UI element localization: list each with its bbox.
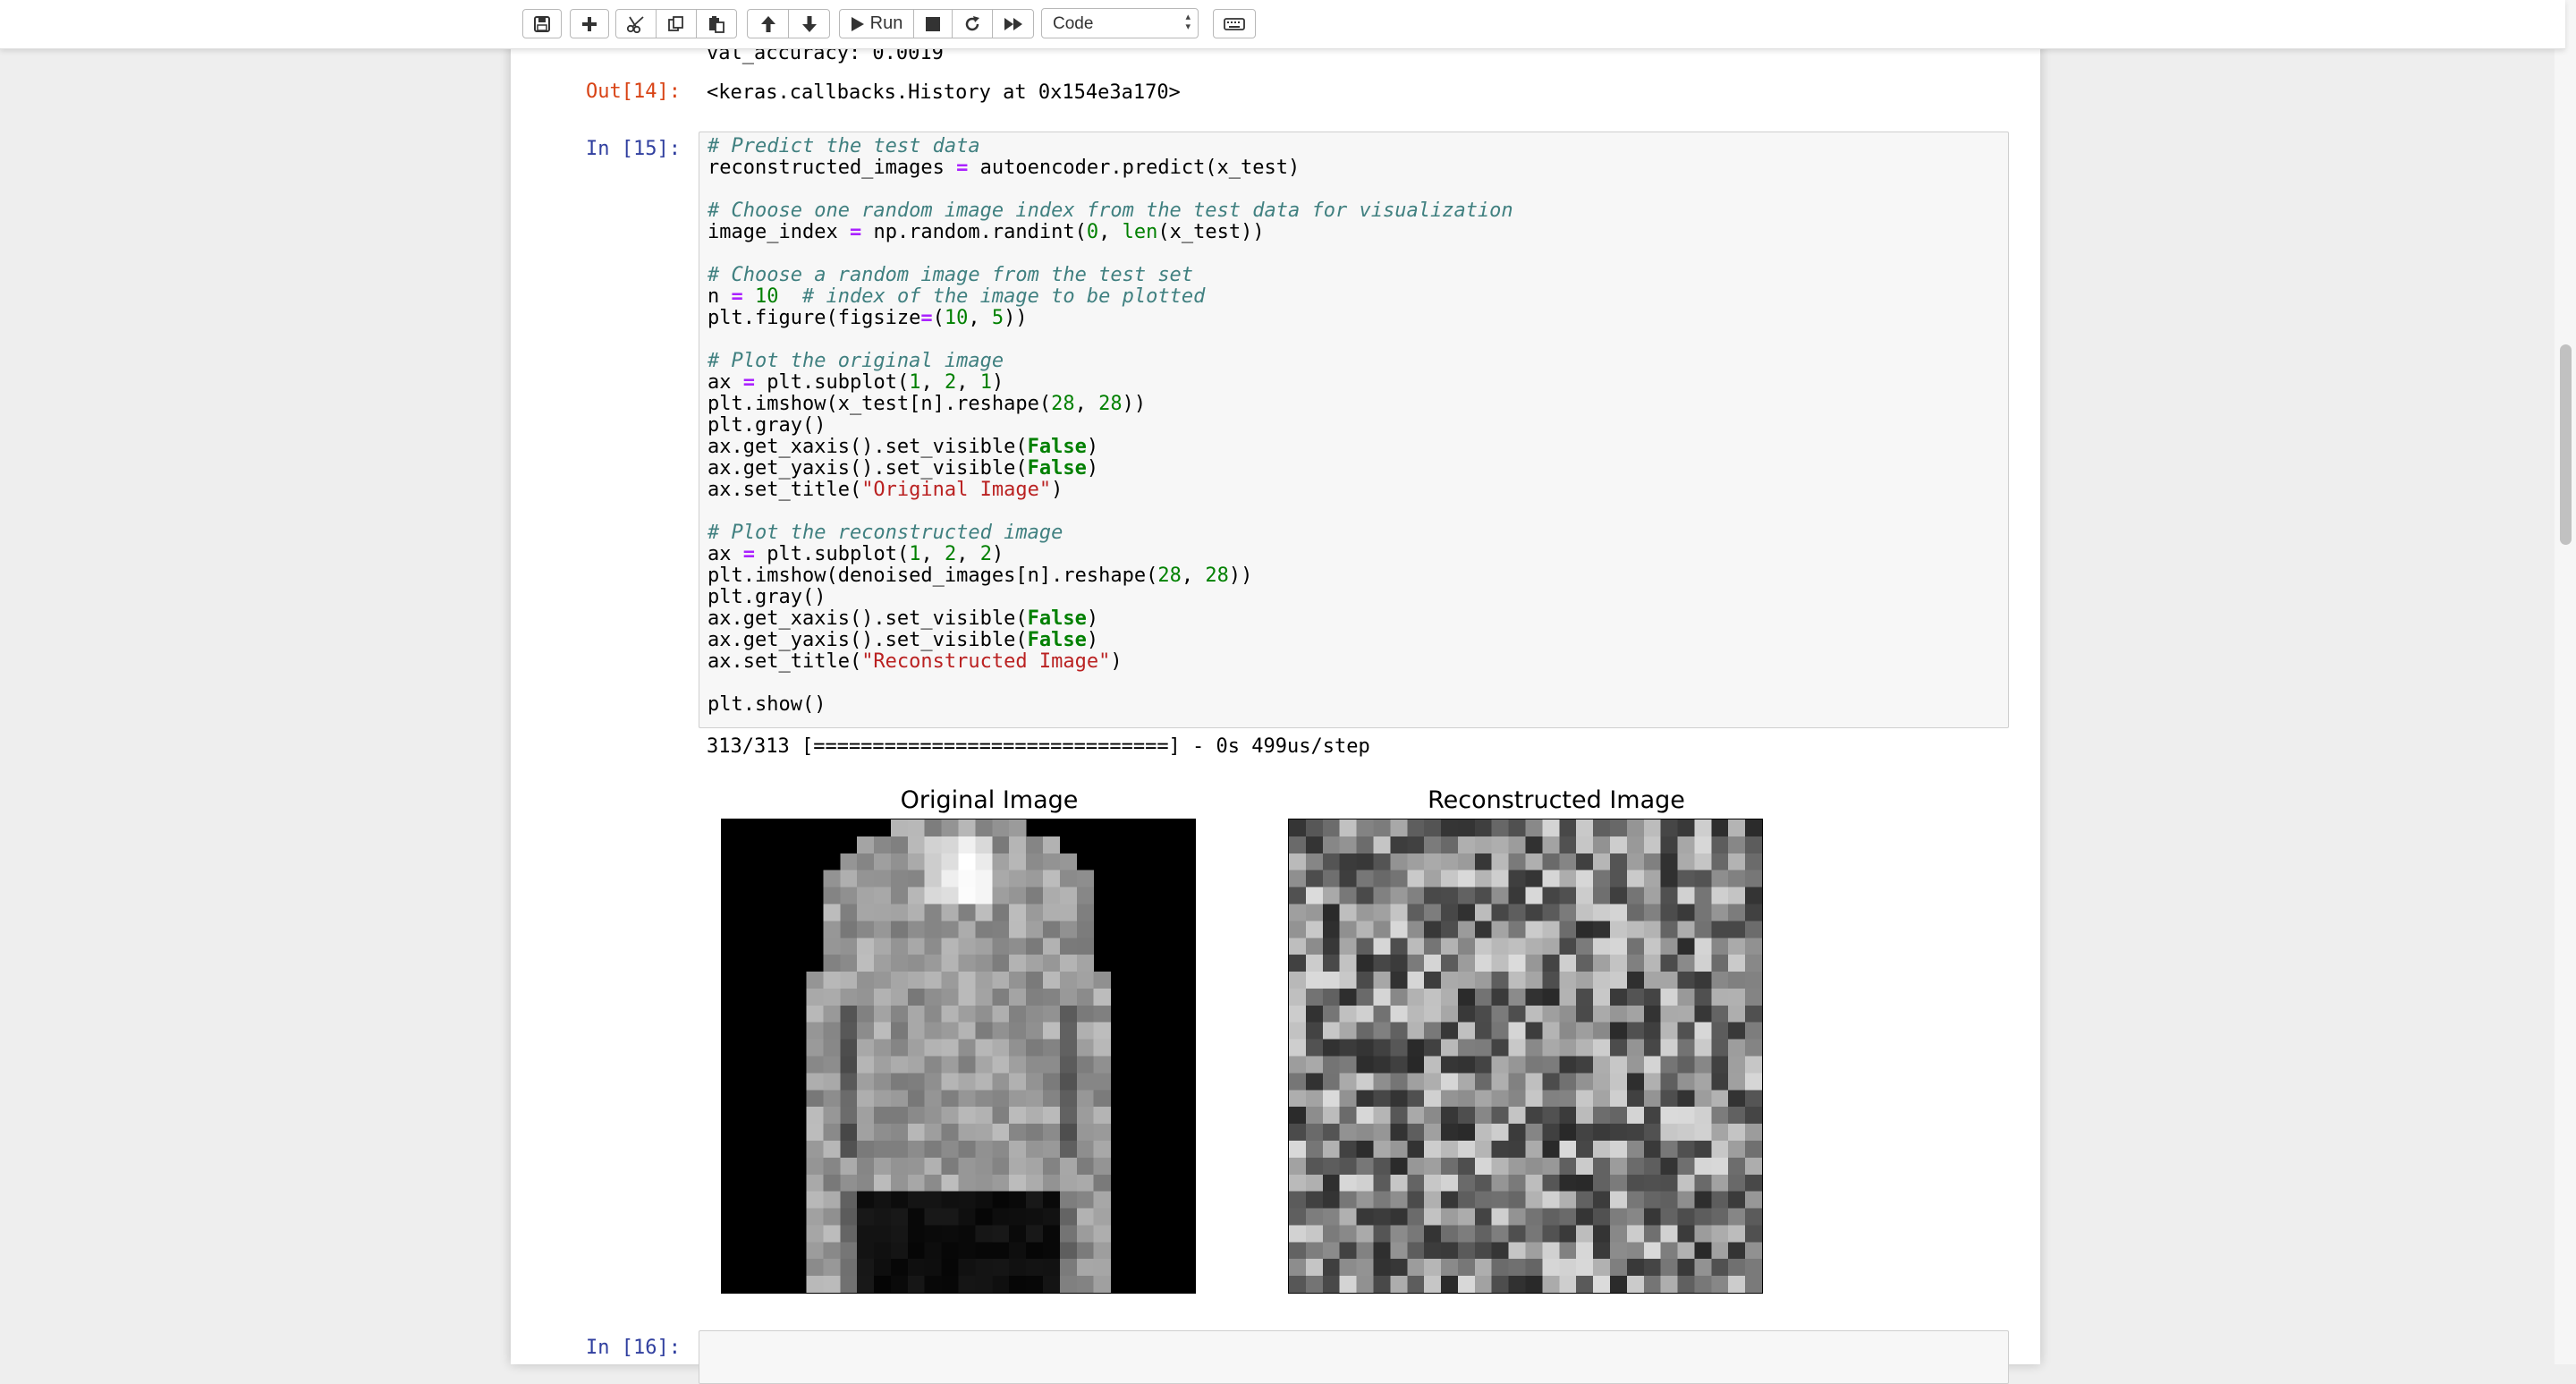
code-cell-15-source[interactable]: # Predict the test data reconstructed_im… bbox=[708, 136, 1513, 716]
save-button[interactable] bbox=[522, 9, 562, 38]
play-icon bbox=[851, 16, 864, 31]
save-icon bbox=[534, 15, 550, 32]
progress-output-text: 313/313 [==============================]… bbox=[707, 735, 1370, 758]
page-scrollbar[interactable] bbox=[2555, 0, 2576, 1364]
keyboard-icon bbox=[1224, 17, 1245, 30]
code-line: ax = plt.subplot(1, 2, 1) bbox=[708, 371, 1004, 394]
out-14-prompt: Out[14]: bbox=[586, 81, 681, 103]
code-line: ax.get_yaxis().set_visible(False) bbox=[708, 629, 1099, 651]
code-line: n = 10 # index of the image to be plotte… bbox=[708, 285, 1206, 308]
code-line: ax.get_xaxis().set_visible(False) bbox=[708, 436, 1099, 458]
arrow-down-icon bbox=[801, 15, 817, 32]
cell-type-value: Code bbox=[1053, 14, 1094, 33]
arrow-up-icon bbox=[760, 15, 775, 32]
code-line: plt.gray() bbox=[708, 414, 826, 437]
stop-icon bbox=[926, 16, 940, 31]
scissors-icon bbox=[626, 15, 644, 33]
code-line: ax.set_title("Reconstructed Image") bbox=[708, 650, 1123, 673]
original-image-title: Original Image bbox=[900, 786, 1079, 814]
code-line: # Plot the original image bbox=[708, 350, 1004, 372]
paste-icon bbox=[709, 15, 724, 33]
move-up-button[interactable] bbox=[747, 9, 789, 38]
scrollbar-thumb[interactable] bbox=[2560, 344, 2572, 545]
code-line: plt.imshow(denoised_images[n].reshape(28… bbox=[708, 565, 1253, 587]
fast-forward-icon bbox=[1004, 17, 1022, 30]
in-15-prompt: In [15]: bbox=[586, 138, 681, 160]
reconstructed-image-title: Reconstructed Image bbox=[1428, 786, 1685, 814]
code-line: ax.set_title("Original Image") bbox=[708, 479, 1063, 501]
in-16-prompt: In [16]: bbox=[586, 1337, 681, 1359]
cut-cell-button[interactable] bbox=[615, 9, 657, 38]
code-line: ax.get_yaxis().set_visible(False) bbox=[708, 457, 1099, 480]
restart-run-all-button[interactable] bbox=[992, 9, 1034, 38]
out-14-text: <keras.callbacks.History at 0x154e3a170> bbox=[707, 81, 1181, 104]
copy-icon bbox=[668, 15, 683, 31]
code-line: reconstructed_images = autoencoder.predi… bbox=[708, 157, 1301, 179]
code-line: plt.figure(figsize=(10, 5)) bbox=[708, 307, 1028, 329]
code-line: image_index = np.random.randint(0, len(x… bbox=[708, 221, 1265, 243]
refresh-icon bbox=[965, 15, 979, 30]
code-line: # Choose one random image index from the… bbox=[708, 200, 1513, 222]
copy-cell-button[interactable] bbox=[656, 9, 697, 38]
command-palette-button[interactable] bbox=[1213, 9, 1256, 38]
cell-type-select[interactable]: Code ▴ ▾ bbox=[1041, 8, 1199, 38]
code-line: plt.show() bbox=[708, 693, 826, 716]
code-line: # Choose a random image from the test se… bbox=[708, 264, 1194, 286]
code-line: # Predict the test data bbox=[708, 135, 980, 157]
restart-kernel-button[interactable] bbox=[952, 9, 993, 38]
plus-icon bbox=[582, 16, 597, 31]
code-cell-15[interactable]: # Predict the test data reconstructed_im… bbox=[699, 132, 2009, 728]
run-button-label: Run bbox=[869, 13, 903, 33]
code-line: # Plot the reconstructed image bbox=[708, 522, 1063, 544]
notebook-page: val_accuracy: 0.0019 Out[14]: <keras.cal… bbox=[511, 0, 2040, 1384]
reconstructed-image bbox=[1288, 819, 1763, 1294]
interrupt-kernel-button[interactable] bbox=[913, 9, 953, 38]
code-line: plt.imshow(x_test[n].reshape(28, 28)) bbox=[708, 393, 1147, 415]
run-button[interactable]: Run bbox=[839, 9, 914, 38]
code-line: ax = plt.subplot(1, 2, 2) bbox=[708, 543, 1004, 565]
select-arrows-icon: ▴ ▾ bbox=[1185, 12, 1191, 32]
notebook-toolbar: Run Code ▴ ▾ bbox=[0, 0, 2565, 49]
move-down-button[interactable] bbox=[788, 9, 830, 38]
reconstructed-image-canvas bbox=[1289, 819, 1762, 1293]
code-line: plt.gray() bbox=[708, 586, 826, 608]
code-cell-16[interactable] bbox=[699, 1330, 2009, 1384]
original-image bbox=[721, 819, 1196, 1294]
code-line: ax.get_xaxis().set_visible(False) bbox=[708, 607, 1099, 630]
original-image-canvas bbox=[722, 819, 1195, 1293]
insert-cell-button[interactable] bbox=[570, 9, 609, 38]
paste-cell-button[interactable] bbox=[696, 9, 737, 38]
